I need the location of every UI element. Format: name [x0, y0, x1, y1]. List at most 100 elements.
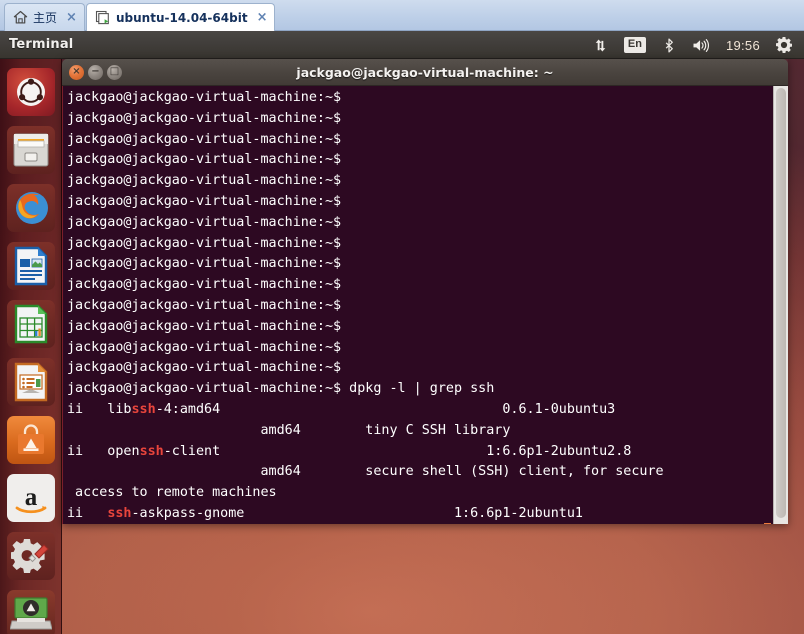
terminal-line: jackgao@jackgao-virtual-machine:~$ — [67, 338, 772, 359]
clock-indicator[interactable]: 19:56 — [718, 31, 768, 59]
terminal-body[interactable]: jackgao@jackgao-virtual-machine:~$ jackga… — [62, 86, 788, 524]
terminal-text: jackgao@jackgao-virtual-machine:~$ — [67, 193, 342, 209]
system-settings-icon — [10, 539, 49, 573]
launcher-item-ubuntu-software-center[interactable] — [4, 413, 58, 467]
terminal-line: jackgao@jackgao-virtual-machine:~$ — [67, 213, 772, 234]
vmware-tab-strip: 主页 × ubuntu-14.04-64bit × — [0, 0, 804, 31]
terminal-text: jackgao@jackgao-virtual-machine:~$ — [67, 131, 342, 147]
maximize-icon: □ — [109, 66, 120, 77]
window-maximize-button[interactable]: □ — [107, 64, 122, 80]
amazon-icon: a — [15, 484, 46, 514]
terminal-text: -4:amd64 0.6.1-0ubuntu3 — [155, 401, 616, 417]
keyboard-layout-label: En — [623, 37, 646, 53]
terminal-line: jackgao@jackgao-virtual-machine:~$ — [67, 130, 772, 151]
terminal-text: ii — [67, 505, 108, 521]
launcher-item-files[interactable] — [4, 123, 58, 177]
terminal-text: -client 1:6.6p1-2ubuntu2.8 — [163, 443, 632, 459]
vmware-tab-home-label: 主页 — [33, 11, 58, 25]
firefox-icon — [15, 192, 48, 224]
terminal-line: jackgao@jackgao-virtual-machine:~$ — [67, 171, 772, 192]
grep-match: ssh — [131, 401, 156, 417]
software-updater-icon — [9, 597, 52, 630]
terminal-line: jackgao@jackgao-virtual-machine:~$ — [67, 150, 772, 171]
close-icon[interactable]: × — [257, 11, 268, 24]
home-icon — [13, 10, 28, 25]
scrollbar-thumb[interactable] — [776, 88, 786, 518]
clock-label: 19:56 — [725, 37, 760, 53]
terminal-text: jackgao@jackgao-virtual-machine:~$ — [67, 297, 342, 313]
terminal-line: ii openssh-client 1:6.6p1-2ubuntu2.8 — [67, 442, 772, 463]
screen: 主页 × ubuntu-14.04-64bit × Terminal En 19… — [0, 0, 804, 634]
terminal-text-output: jackgao@jackgao-virtual-machine:~$ jackga… — [67, 88, 772, 524]
terminal-text: jackgao@jackgao-virtual-machine:~$ — [67, 214, 342, 230]
network-icon — [593, 38, 608, 53]
terminal-line: jackgao@jackgao-virtual-machine:~$ — [67, 234, 772, 255]
terminal-text: jackgao@jackgao-virtual-machine:~$ — [67, 318, 342, 334]
close-icon: × — [72, 66, 81, 77]
terminal-line: jackgao@jackgao-virtual-machine:~$ — [67, 88, 772, 109]
virtual-machine-icon — [95, 10, 111, 26]
app-menu-title[interactable]: Terminal — [0, 37, 73, 52]
terminal-text: ii lib — [67, 401, 132, 417]
close-icon[interactable]: × — [66, 11, 77, 24]
libreoffice-calc-icon — [14, 304, 47, 344]
gear-icon — [776, 37, 792, 53]
terminal-text: jackgao@jackgao-virtual-machine:~$ — [67, 110, 342, 126]
terminal-line: jackgao@jackgao-virtual-machine:~$ — [67, 254, 772, 275]
terminal-text: amd64 secure shell (SSH) client, for sec… — [67, 464, 664, 480]
vmware-tab-home[interactable]: 主页 × — [4, 3, 85, 31]
launcher-item-libreoffice-calc[interactable] — [4, 297, 58, 351]
window-close-button[interactable]: × — [69, 64, 84, 80]
indicator-area: En 19:56 — [585, 31, 804, 59]
terminal-line: ii libssh-4:amd64 0.6.1-0ubuntu3 — [67, 400, 772, 421]
network-indicator[interactable] — [585, 31, 616, 59]
launcher-item-libreoffice-writer[interactable] — [4, 239, 58, 293]
terminal-text: jackgao@jackgao-virtual-machine:~$ — [67, 173, 342, 189]
terminal-text: jackgao@jackgao-virtual-machine:~$ — [67, 90, 342, 105]
grep-match: ssh — [139, 443, 164, 459]
terminal-text: jackgao@jackgao-virtual-machine:~$ — [67, 152, 342, 168]
terminal-text: jackgao@jackgao-virtual-machine:~$ — [67, 256, 342, 272]
terminal-text: jackgao@jackgao-virtual-machine:~$ — [67, 360, 342, 376]
terminal-window: × − □ jackgao@jackgao-virtual-machine: ~… — [62, 59, 788, 524]
terminal-text: amd64 tiny C SSH library — [67, 422, 511, 438]
terminal-text: dpkg -l | grep ssh — [341, 381, 495, 397]
volume-icon — [692, 38, 710, 53]
launcher-item-software-updater[interactable] — [4, 587, 58, 634]
terminal-line: jackgao@jackgao-virtual-machine:~$ dpkg … — [67, 379, 772, 400]
keyboard-layout-indicator[interactable]: En — [616, 31, 654, 59]
launcher-item-libreoffice-impress[interactable] — [4, 355, 58, 409]
terminal-line: ii ssh-askpass-gnome 1:6.6p1-2ubuntu1 — [67, 504, 772, 524]
bluetooth-icon — [662, 37, 676, 53]
bluetooth-indicator[interactable] — [654, 31, 684, 59]
session-indicator[interactable] — [768, 31, 800, 59]
files-icon — [13, 133, 48, 167]
terminal-line: jackgao@jackgao-virtual-machine:~$ — [67, 109, 772, 130]
terminal-text: jackgao@jackgao-virtual-machine:~$ — [67, 381, 342, 397]
terminal-titlebar[interactable]: × − □ jackgao@jackgao-virtual-machine: ~ — [62, 59, 788, 86]
terminal-line: jackgao@jackgao-virtual-machine:~$ — [67, 358, 772, 379]
dash-home-icon — [16, 78, 45, 106]
vmware-tab-ubuntu-label: ubuntu-14.04-64bit — [116, 10, 248, 25]
vmware-tab-ubuntu[interactable]: ubuntu-14.04-64bit × — [86, 3, 276, 31]
terminal-text: -askpass-gnome 1:6.6p1-2ubuntu1 — [131, 505, 583, 521]
launcher-item-system-settings[interactable] — [4, 529, 58, 583]
terminal-text: jackgao@jackgao-virtual-machine:~$ — [67, 277, 342, 293]
terminal-text: jackgao@jackgao-virtual-machine:~$ — [67, 339, 342, 355]
volume-indicator[interactable] — [684, 31, 718, 59]
grep-match: ssh — [107, 505, 132, 521]
terminal-line: jackgao@jackgao-virtual-machine:~$ — [67, 296, 772, 317]
libreoffice-writer-icon — [14, 246, 47, 286]
launcher-item-firefox[interactable] — [4, 181, 58, 235]
window-minimize-button[interactable]: − — [88, 64, 103, 80]
ubuntu-top-panel: Terminal En 19:56 — [0, 31, 804, 59]
terminal-text: jackgao@jackgao-virtual-machine:~$ — [67, 235, 342, 251]
svg-text:a: a — [24, 484, 37, 511]
launcher-item-amazon[interactable]: a — [4, 471, 58, 525]
terminal-scrollbar[interactable] — [773, 86, 788, 524]
minimize-icon: − — [91, 66, 100, 77]
terminal-line: jackgao@jackgao-virtual-machine:~$ — [67, 317, 772, 338]
launcher-item-dash-home[interactable] — [4, 65, 58, 119]
libreoffice-impress-icon — [14, 362, 47, 402]
terminal-cursor — [764, 523, 771, 524]
